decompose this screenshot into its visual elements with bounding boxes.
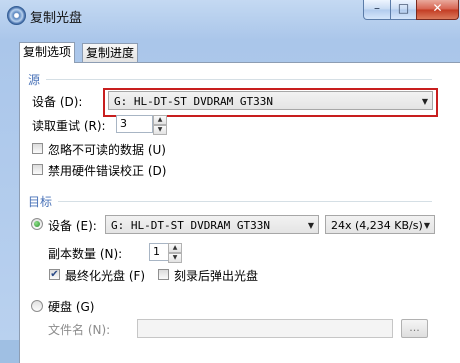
- target-device-value: G: HL-DT-ST DVDRAM GT33N: [111, 219, 270, 232]
- write-speed-value: 24x (4,234 KB/s): [331, 219, 423, 232]
- chevron-down-icon: ▼: [423, 221, 430, 230]
- copies-label: 副本数量 (N):: [48, 247, 123, 261]
- copies-stepper[interactable]: ▲ ▼: [168, 243, 182, 263]
- copy-disc-window: 复制光盘 – □ ✕ 复制选项 复制进度 源 设备 (D): G: HL-DT-…: [0, 0, 460, 363]
- target-device-label: 设备 (E):: [48, 219, 97, 233]
- spin-down-icon[interactable]: ▼: [168, 253, 182, 263]
- finalize-checkbox[interactable]: ✔: [49, 269, 60, 280]
- source-divider: [46, 79, 432, 80]
- ignore-unreadable-label: 忽略不可读的数据 (U): [48, 143, 166, 157]
- source-device-value: G: HL-DT-ST DVDRAM GT33N: [114, 95, 273, 108]
- title-bar[interactable]: 复制光盘 – □ ✕: [0, 0, 460, 30]
- retry-stepper[interactable]: ▲ ▼: [153, 115, 167, 135]
- eject-after-burn-checkbox[interactable]: [158, 269, 169, 280]
- browse-button[interactable]: ...: [401, 319, 428, 338]
- source-section-label: 源: [28, 73, 41, 87]
- chevron-down-icon: ▼: [307, 221, 314, 230]
- harddisk-radio[interactable]: [31, 300, 43, 312]
- minimize-button[interactable]: –: [363, 0, 391, 20]
- spin-up-icon[interactable]: ▲: [153, 115, 167, 125]
- retry-input[interactable]: 3: [116, 115, 153, 133]
- target-divider: [58, 201, 432, 202]
- filename-input[interactable]: [137, 319, 393, 338]
- spin-up-icon[interactable]: ▲: [168, 243, 182, 253]
- finalize-label: 最终化光盘 (F): [65, 269, 146, 283]
- write-speed-dropdown[interactable]: 24x (4,234 KB/s) ▼: [325, 215, 435, 234]
- target-device-dropdown[interactable]: G: HL-DT-ST DVDRAM GT33N ▼: [105, 215, 319, 234]
- disc-icon: [7, 6, 26, 25]
- disable-hw-ecc-checkbox[interactable]: [32, 164, 43, 175]
- filename-label: 文件名 (N):: [48, 323, 111, 337]
- options-panel: 源 设备 (D): G: HL-DT-ST DVDRAM GT33N ▼ 读取重…: [19, 62, 460, 363]
- retry-label: 读取重试 (R):: [32, 119, 106, 133]
- target-device-radio[interactable]: [31, 218, 43, 230]
- harddisk-label: 硬盘 (G): [48, 300, 95, 314]
- source-device-dropdown[interactable]: G: HL-DT-ST DVDRAM GT33N ▼: [108, 91, 433, 110]
- tab-copy-progress[interactable]: 复制进度: [82, 43, 139, 62]
- source-device-label: 设备 (D):: [32, 95, 83, 109]
- chevron-down-icon: ▼: [421, 97, 428, 106]
- disable-hw-ecc-label: 禁用硬件错误校正 (D): [48, 164, 167, 178]
- spin-down-icon[interactable]: ▼: [153, 125, 167, 135]
- ignore-unreadable-checkbox[interactable]: [32, 143, 43, 154]
- maximize-button[interactable]: □: [390, 0, 417, 20]
- close-button[interactable]: ✕: [416, 0, 459, 20]
- window-title: 复制光盘: [30, 11, 83, 26]
- tab-copy-options[interactable]: 复制选项: [19, 42, 76, 63]
- eject-after-burn-label: 刻录后弹出光盘: [174, 269, 259, 283]
- target-section-label: 目标: [28, 195, 53, 209]
